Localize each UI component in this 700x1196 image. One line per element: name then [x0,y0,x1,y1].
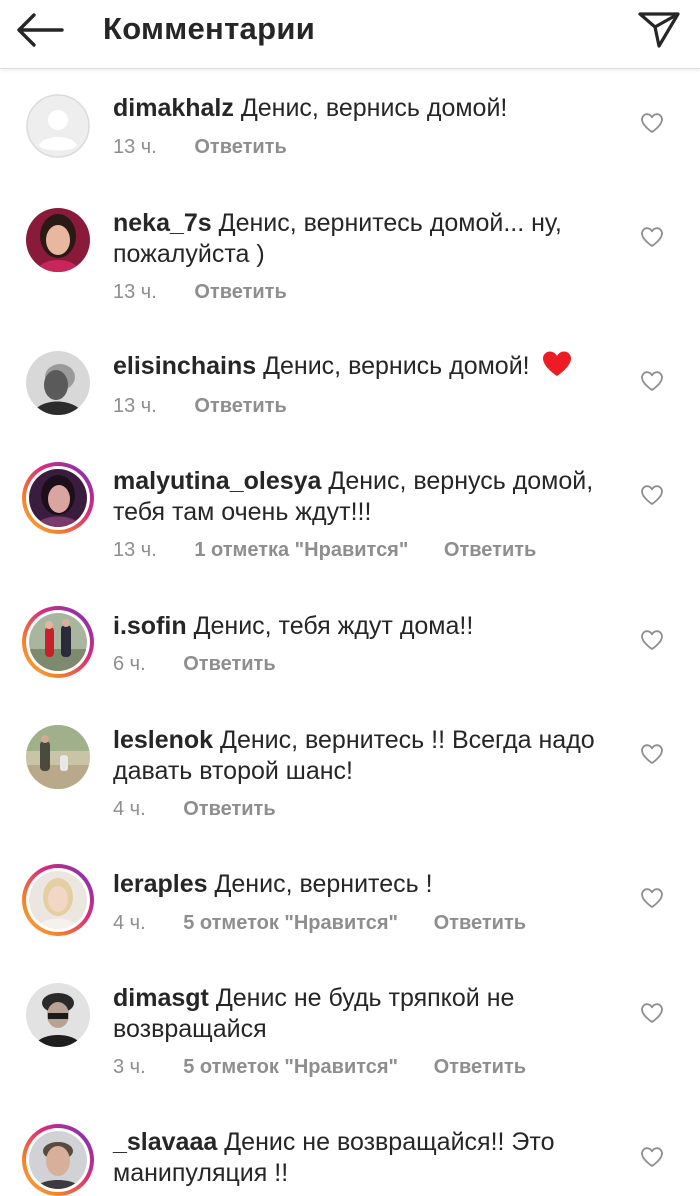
likes-count-link[interactable]: 5 отметок "Нравится" [183,1056,398,1078]
reply-button[interactable]: Ответить [434,1056,526,1078]
comment-body: Денис, тебя ждут дома!! [193,612,474,640]
comment-text: elisinchains Денис, вернись домой! [113,350,618,382]
comment-meta: 13 ч. 1 отметка "Нравится" Ответить [113,539,566,565]
comment-text: malyutina_olesya Денис, вернусь домой, т… [113,466,618,528]
reply-button[interactable]: Ответить [194,136,286,158]
like-heart-icon[interactable] [640,1002,664,1024]
comment-time: 4 ч. [113,912,146,934]
story-avatar[interactable] [22,1124,94,1196]
back-button[interactable] [14,10,66,50]
like-heart-icon[interactable] [640,629,664,651]
comment-text: i.sofin Денис, тебя ждут дома!! [113,611,618,642]
user-photo-icon [26,208,90,272]
avatar[interactable] [26,208,90,272]
like-heart-icon[interactable] [640,887,664,909]
comment-meta: 13 ч. Ответить [113,281,317,307]
comment-time: 13 ч. [113,281,157,303]
story-avatar[interactable] [22,864,94,936]
user-photo-icon [29,871,87,929]
comment-text: neka_7s Денис, вернитесь домой... ну, по… [113,208,618,270]
avatar[interactable] [26,983,90,1047]
user-photo-icon [29,1131,87,1189]
comment-username[interactable]: malyutina_olesya [113,467,321,495]
comment-meta: 4 ч. 5 отметок "Нравится" Ответить [113,912,556,938]
comment-time: 6 ч. [113,653,146,675]
story-avatar[interactable] [22,606,94,678]
comment-text: dimakhalz Денис, вернись домой! [113,93,618,124]
user-photo-icon [26,351,90,415]
likes-count-link[interactable]: 5 отметок "Нравится" [183,912,398,934]
reply-button[interactable]: Ответить [434,912,526,934]
user-photo-icon [29,469,87,527]
comment-username[interactable]: dimakhalz [113,94,234,122]
user-photo-icon [26,725,90,789]
comment-username[interactable]: dimasgt [113,984,209,1012]
likes-count-link[interactable]: 1 отметка "Нравится" [194,539,408,561]
top-bar: Комментарии [0,0,700,69]
avatar-ring-gap [26,466,90,530]
comment-text: _slavaaa Денис не возвращайся!! Это мани… [113,1127,618,1189]
like-heart-icon[interactable] [640,112,664,134]
comment-body: Денис, вернись домой! [240,94,508,122]
like-heart-icon[interactable] [640,370,664,392]
comment-meta: 3 ч. 5 отметок "Нравится" Ответить [113,1056,556,1082]
avatar-ring-gap [26,610,90,674]
comment-time: 13 ч. [113,395,157,417]
reply-button[interactable]: Ответить [444,539,536,561]
reply-button[interactable]: Ответить [183,798,275,820]
story-avatar[interactable] [22,462,94,534]
comment-meta: 6 ч. Ответить [113,653,306,679]
avatar[interactable] [26,351,90,415]
comment-meta: 13 ч. Ответить [113,395,317,421]
comment-username[interactable]: neka_7s [113,209,212,237]
like-heart-icon[interactable] [640,743,664,765]
reply-button[interactable]: Ответить [183,653,275,675]
direct-message-button[interactable] [634,6,684,50]
default-avatar-icon [26,94,90,158]
avatar-ring-gap [26,868,90,932]
user-photo-icon [26,983,90,1047]
comment-body: Денис, вернись домой! [263,352,530,380]
comment-time: 13 ч. [113,136,157,158]
like-heart-icon[interactable] [640,484,664,506]
comment-meta: 4 ч. Ответить [113,798,306,824]
avatar-ring-gap [26,1128,90,1192]
comment-username[interactable]: elisinchains [113,352,256,380]
avatar[interactable] [26,94,90,158]
like-heart-icon[interactable] [640,226,664,248]
like-heart-icon[interactable] [640,1146,664,1168]
comment-time: 4 ч. [113,798,146,820]
red-heart-emoji-icon [542,351,571,376]
comment-username[interactable]: _slavaaa [113,1128,217,1156]
reply-button[interactable]: Ответить [194,395,286,417]
comment-meta: 13 ч. Ответить [113,136,317,162]
paper-plane-icon [638,12,680,48]
comment-text: leslenok Денис, вернитесь !! Всегда надо… [113,725,618,787]
comment-body: Денис, вернитесь ! [214,870,433,898]
comment-username[interactable]: leraples [113,870,208,898]
comment-time: 13 ч. [113,539,157,561]
comment-username[interactable]: i.sofin [113,612,187,640]
arrow-left-icon [17,13,64,47]
comment-text: dimasgt Денис не будь тряпкой не возвращ… [113,983,618,1045]
reply-button[interactable]: Ответить [194,281,286,303]
avatar[interactable] [26,725,90,789]
comment-username[interactable]: leslenok [113,726,213,754]
comment-time: 3 ч. [113,1056,146,1078]
page-title: Комментарии [103,11,316,46]
comment-text: leraples Денис, вернитесь ! [113,869,618,900]
user-photo-icon [29,613,87,671]
